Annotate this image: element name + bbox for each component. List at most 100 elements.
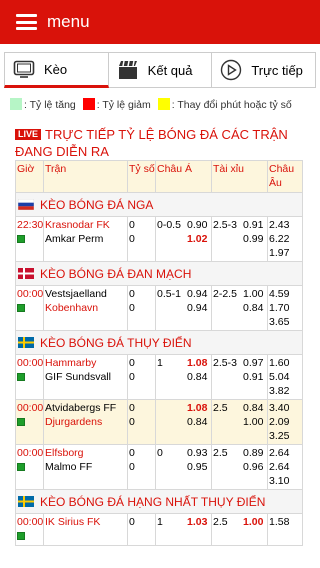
sweden-flag-icon xyxy=(18,336,34,348)
odds-legend: : Tỷ lệ tăng : Tỷ lệ giảm : Thay đổi phú… xyxy=(10,98,312,112)
legend-decrease: : Tỷ lệ giảm xyxy=(82,98,151,111)
tab-ket-qua-label: Kết quả xyxy=(147,62,193,78)
league-header[interactable]: KÈO BÓNG ĐÁ THỤY ĐIỂN xyxy=(15,330,303,355)
line-2: 0.96 xyxy=(243,461,264,473)
line-1: 0 xyxy=(129,219,135,231)
line-2: GIF Sundsvall xyxy=(45,371,111,383)
tab-truc-tiep-label: Trực tiếp xyxy=(251,62,303,78)
asian-handicap[interactable]: 0 0.93 0.95 xyxy=(155,444,212,490)
asian-line: 0-0.5 xyxy=(157,219,181,231)
sweden-flag-icon xyxy=(18,495,34,507)
line-1: 0 xyxy=(129,447,135,459)
asian-odds: 1.08 0.84 xyxy=(186,356,208,386)
match-teams[interactable]: IK Sirius FK xyxy=(43,513,128,546)
match-teams[interactable]: Atvidabergs FF Djurgardens xyxy=(43,399,128,445)
match-teams[interactable]: Hammarby GIF Sundsvall xyxy=(43,354,128,400)
match-row[interactable]: 22:30 Krasnodar FK Amkar Perm 0 0 0-0.5 0.90 1.… xyxy=(15,216,303,262)
eu-away: 3.65 xyxy=(269,316,290,328)
line-1: 0.97 xyxy=(243,357,264,369)
line-1: 0.93 xyxy=(187,447,208,459)
asian-handicap[interactable]: 0-0.5 0.90 1.02 xyxy=(155,216,212,262)
match-score: 00 xyxy=(127,285,156,331)
line-1: 1.00 xyxy=(243,288,264,300)
col-header-match: Trận xyxy=(43,160,128,193)
european-odds[interactable]: 4.59 1.70 3.65 xyxy=(267,285,303,331)
tab-keo-label: Kèo xyxy=(44,61,68,77)
asian-odds: 1.03 xyxy=(186,515,208,531)
over-under[interactable]: 2.5 1.00 xyxy=(211,513,268,546)
live-tv-icon[interactable] xyxy=(17,235,25,243)
league-header-row[interactable]: KÈO BÓNG ĐÁ THỤY ĐIỂN xyxy=(15,330,303,355)
match-row[interactable]: 00:00 IK Sirius FK 0 1 1.03 2.5 1.00 1.58 xyxy=(15,513,303,546)
over-under[interactable]: 2.5 0.84 1.00 xyxy=(211,399,268,445)
line-2: 1.02 xyxy=(187,233,208,245)
league-header-row[interactable]: KÈO BÓNG ĐÁ ĐAN MẠCH xyxy=(15,261,303,286)
col-header-europe: Châu Âu xyxy=(267,160,303,193)
asian-line: 0.5-1 xyxy=(157,288,181,300)
over-under[interactable]: 2-2.5 1.00 0.84 xyxy=(211,285,268,331)
line-2: Malmo FF xyxy=(45,461,93,473)
asian-odds: 0.90 1.02 xyxy=(186,218,208,248)
asian-handicap[interactable]: 1 1.03 xyxy=(155,513,212,546)
ou-line: 2-2.5 xyxy=(213,288,237,300)
match-teams[interactable]: Vestsjaelland Kobenhavn xyxy=(43,285,128,331)
match-score: 0 xyxy=(127,513,156,546)
european-odds[interactable]: 2.43 6.22 1.97 xyxy=(267,216,303,262)
european-odds[interactable]: 2.64 2.64 3.10 xyxy=(267,444,303,490)
match-teams[interactable]: Krasnodar FK Amkar Perm xyxy=(43,216,128,262)
match-row[interactable]: 00:00 Hammarby GIF Sundsvall 0 0 1 1.08 0.84 2.5… xyxy=(15,354,303,400)
asian-line: 1 xyxy=(157,357,163,369)
col-header-asia: Châu Á xyxy=(155,160,212,193)
european-odds[interactable]: 1.60 5.04 3.82 xyxy=(267,354,303,400)
line-1: 0.84 xyxy=(243,402,264,414)
kickoff-time: 00:00 xyxy=(17,516,44,528)
european-odds[interactable]: 3.40 2.09 3.25 xyxy=(267,399,303,445)
league-name: KÈO BÓNG ĐÁ NGA xyxy=(40,197,154,212)
league-header-row[interactable]: KÈO BÓNG ĐÁ NGA xyxy=(15,192,303,217)
live-tv-icon[interactable] xyxy=(17,373,25,381)
line-1: Vestsjaelland xyxy=(45,288,107,300)
ou-line: 2.5 xyxy=(213,402,228,414)
european-odds[interactable]: 1.58 xyxy=(267,513,303,546)
asian-line xyxy=(157,401,187,431)
over-under[interactable]: 2.5-3 0.91 0.99 xyxy=(211,216,268,262)
legend-increase-swatch xyxy=(10,98,22,110)
legend-decrease-swatch xyxy=(82,98,95,110)
match-row[interactable]: 00:00 Vestsjaelland Kobenhavn 0 0 0.5-1 0.94 0.… xyxy=(15,285,303,331)
over-under[interactable]: 2.5 0.89 0.96 xyxy=(211,444,268,490)
live-tv-icon[interactable] xyxy=(17,463,25,471)
tab-keo[interactable]: Kèo xyxy=(4,52,109,88)
league-header[interactable]: KÈO BÓNG ĐÁ NGA xyxy=(15,192,303,217)
match-row[interactable]: 00:00 Elfsborg Malmo FF 0 0 0 0.93 0.95 2.5 0.89 0… xyxy=(15,444,303,490)
line-2: 0.91 xyxy=(243,371,264,383)
league-header[interactable]: KÈO BÓNG ĐÁ ĐAN MẠCH xyxy=(15,261,303,286)
line-2: 0 xyxy=(129,302,135,314)
legend-increase: : Tỷ lệ tăng xyxy=(10,98,76,111)
league-header-row[interactable]: KÈO BÓNG ĐÁ HẠNG NHẤT THỤY ĐIỂN xyxy=(15,489,303,514)
asian-handicap[interactable]: 1 1.08 0.84 xyxy=(155,354,212,400)
kickoff-time: 22:30 xyxy=(17,219,44,231)
over-under[interactable]: 2.5-3 0.97 0.91 xyxy=(211,354,268,400)
live-tv-icon[interactable] xyxy=(17,418,25,426)
tab-ket-qua[interactable]: Kết quả xyxy=(108,52,213,88)
line-2: 0.84 xyxy=(243,302,264,314)
live-tv-icon[interactable] xyxy=(17,532,25,540)
league-header[interactable]: KÈO BÓNG ĐÁ HẠNG NHẤT THỤY ĐIỂN xyxy=(15,489,303,514)
eu-home: 1.60 xyxy=(269,357,290,369)
ou-line: 2.5 xyxy=(213,447,228,459)
ou-odds: 0.89 0.96 xyxy=(242,446,264,476)
col-header-over-under: Tài xỉu xyxy=(211,160,268,193)
match-time: 00:00 xyxy=(15,285,44,331)
line-1: 0 xyxy=(129,402,135,414)
line-2: 0 xyxy=(129,461,135,473)
eu-home: 2.43 xyxy=(269,219,290,231)
ou-odds: 0.91 0.99 xyxy=(242,218,264,248)
line-1: IK Sirius FK xyxy=(45,516,101,528)
match-teams[interactable]: Elfsborg Malmo FF xyxy=(43,444,128,490)
asian-handicap[interactable]: 1.08 0.84 xyxy=(155,399,212,445)
match-row[interactable]: 00:00 Atvidabergs FF Djurgardens 0 0 1.08 0.84… xyxy=(15,399,303,445)
tab-truc-tiep[interactable]: Trực tiếp xyxy=(212,52,317,88)
live-tv-icon[interactable] xyxy=(17,304,25,312)
hamburger-menu-icon[interactable] xyxy=(16,14,37,30)
asian-handicap[interactable]: 0.5-1 0.94 0.94 xyxy=(155,285,212,331)
